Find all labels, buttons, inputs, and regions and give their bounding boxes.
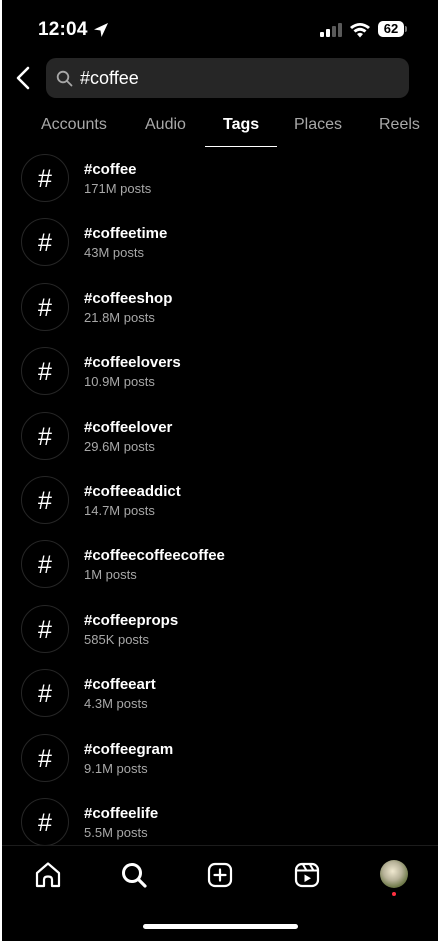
tag-results-list: # #coffee 171M posts # #coffeetime 43M p…	[2, 150, 438, 845]
search-input[interactable]	[80, 58, 400, 98]
list-item[interactable]: # #coffeeart 4.3M posts	[2, 665, 438, 729]
list-item[interactable]: # #coffeeprops 585K posts	[2, 601, 438, 665]
hashtag-icon: #	[21, 669, 69, 718]
status-bar: 12:04 62	[2, 0, 438, 56]
home-indicator	[143, 924, 298, 929]
post-count: 10.9M posts	[84, 374, 155, 390]
battery-indicator: 62	[378, 21, 404, 37]
list-item[interactable]: # #coffeeaddict 14.7M posts	[2, 472, 438, 536]
post-count: 43M posts	[84, 245, 144, 261]
list-item[interactable]: # #coffeeshop 21.8M posts	[2, 279, 438, 343]
hashtag-icon: #	[21, 347, 69, 396]
tab-tags[interactable]: Tags	[223, 116, 259, 134]
list-item[interactable]: # #coffeelovers 10.9M posts	[2, 343, 438, 407]
post-count: 5.5M posts	[84, 824, 148, 840]
search-tabs: u Accounts Audio Tags Places Reels	[2, 104, 438, 148]
tag-name: #coffeeprops	[84, 611, 179, 629]
hashtag-icon: #	[21, 218, 69, 267]
list-item[interactable]: # #coffee 171M posts	[2, 150, 438, 214]
screen: 12:04 62 u Accounts Audio Tag	[2, 0, 438, 941]
tag-name: #coffeelovers	[84, 354, 181, 372]
post-count: 171M posts	[84, 181, 152, 196]
tag-name: #coffeelover	[84, 418, 173, 436]
status-time: 12:04	[38, 19, 88, 40]
tab-places[interactable]: Places	[294, 116, 342, 134]
notification-dot	[392, 892, 396, 896]
tab-reels[interactable]: Reels	[379, 116, 420, 134]
post-count: 585K posts	[84, 631, 150, 647]
hashtag-icon: #	[21, 282, 69, 331]
home-icon[interactable]	[33, 860, 63, 890]
post-count: 29.6M posts	[84, 438, 155, 454]
hashtag-icon: #	[21, 154, 69, 202]
battery-tip	[405, 26, 407, 32]
list-item[interactable]: # #coffeelife 5.5M posts	[2, 794, 438, 845]
search-icon[interactable]	[119, 860, 149, 890]
tag-name: #coffeelife	[84, 804, 159, 822]
tag-name: #coffeeart	[84, 676, 156, 694]
hashtag-icon: #	[21, 411, 69, 460]
list-item[interactable]: # #coffeegram 9.1M posts	[2, 730, 438, 794]
post-count: 4.3M posts	[84, 696, 148, 712]
hashtag-icon: #	[21, 475, 69, 524]
tag-name: #coffeetime	[84, 225, 168, 243]
hashtag-icon: #	[21, 540, 69, 589]
post-count: 21.8M posts	[84, 309, 155, 325]
search-icon	[56, 70, 73, 87]
post-count: 14.7M posts	[84, 502, 155, 518]
search-bar[interactable]	[46, 58, 409, 98]
tag-name: #coffeegram	[84, 740, 174, 758]
create-icon[interactable]	[205, 860, 235, 890]
hashtag-icon: #	[21, 604, 69, 653]
signal-icon	[320, 23, 342, 37]
list-item[interactable]: # #coffeetime 43M posts	[2, 214, 438, 278]
wifi-icon	[350, 23, 370, 38]
tag-name: #coffeeshop	[84, 289, 173, 307]
reels-icon[interactable]	[292, 860, 322, 890]
chevron-left-icon[interactable]	[13, 66, 35, 90]
tab-accounts[interactable]: Accounts	[41, 116, 107, 134]
tag-name: #coffeeaddict	[84, 482, 181, 500]
tag-name: #coffee	[84, 161, 137, 178]
active-tab-indicator	[205, 146, 277, 147]
hashtag-icon: #	[21, 733, 69, 782]
post-count: 1M posts	[84, 567, 137, 583]
list-item[interactable]: # #coffeecoffeecoffee 1M posts	[2, 536, 438, 600]
list-item[interactable]: # #coffeelover 29.6M posts	[2, 408, 438, 472]
tag-name: #coffeecoffeecoffee	[84, 547, 225, 565]
tab-audio[interactable]: Audio	[145, 116, 186, 134]
hashtag-icon: #	[21, 797, 69, 845]
location-arrow-icon	[94, 23, 108, 37]
profile-avatar[interactable]	[380, 860, 408, 888]
post-count: 9.1M posts	[84, 760, 148, 776]
